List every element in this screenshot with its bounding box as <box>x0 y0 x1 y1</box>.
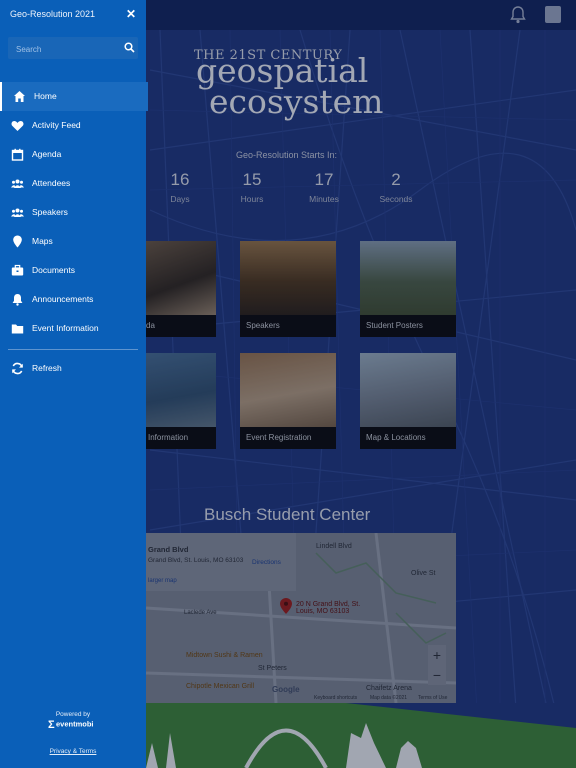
menu-item-label: Activity Feed <box>32 120 81 130</box>
menu-item-activity-feed[interactable]: Activity Feed <box>0 111 146 140</box>
menu-item-label: Refresh <box>32 363 62 373</box>
menu-item-label: Documents <box>32 265 75 275</box>
folder-icon <box>11 324 24 334</box>
close-icon[interactable]: ✕ <box>126 7 136 21</box>
menu-item-documents[interactable]: Documents <box>0 256 146 285</box>
refresh-icon <box>12 362 23 375</box>
heart-icon <box>11 121 24 131</box>
privacy-terms-link[interactable]: Privacy & Terms <box>0 748 146 755</box>
drawer-overlay[interactable] <box>146 0 576 768</box>
powered-by-label: Powered by <box>55 711 91 718</box>
menu-item-label: Announcements <box>32 294 94 304</box>
briefcase-icon <box>11 264 24 276</box>
people-icon <box>11 208 24 217</box>
app: THE 21ST CENTURY geospatial ecosystem Ge… <box>0 0 576 768</box>
home-icon <box>14 91 25 102</box>
search-icon[interactable] <box>124 42 135 53</box>
menu-item-refresh[interactable]: Refresh <box>0 354 146 383</box>
menu-item-speakers[interactable]: Speakers <box>0 198 146 227</box>
menu-item-home[interactable]: Home <box>0 82 148 111</box>
menu-item-event-information[interactable]: Event Information <box>0 314 146 343</box>
menu-item-label: Event Information <box>32 323 99 333</box>
menu-divider <box>8 349 138 350</box>
drawer-menu: Home Activity Feed Agenda Attendees Spea… <box>0 82 148 343</box>
eventmobi-logo: Σeventmobi <box>48 719 94 731</box>
search-input[interactable] <box>14 37 118 61</box>
calendar-icon <box>11 148 24 161</box>
brand-name: eventmobi <box>56 719 94 729</box>
menu-item-announcements[interactable]: Announcements <box>0 285 146 314</box>
menu-item-label: Home <box>34 91 57 101</box>
bell-icon <box>12 294 23 306</box>
menu-item-agenda[interactable]: Agenda <box>0 140 146 169</box>
menu-item-label: Agenda <box>32 149 62 159</box>
menu-item-label: Maps <box>32 236 53 246</box>
people-icon <box>11 179 24 188</box>
map-pin-icon <box>13 235 22 248</box>
menu-item-maps[interactable]: Maps <box>0 227 146 256</box>
menu-item-label: Attendees <box>32 178 71 188</box>
side-drawer: Geo-Resolution 2021 ✕ Home Activity Feed… <box>0 0 148 768</box>
drawer-title: Geo-Resolution 2021 <box>10 9 96 19</box>
menu-item-label: Speakers <box>32 207 68 217</box>
search-field <box>8 37 138 61</box>
menu-item-attendees[interactable]: Attendees <box>0 169 146 198</box>
